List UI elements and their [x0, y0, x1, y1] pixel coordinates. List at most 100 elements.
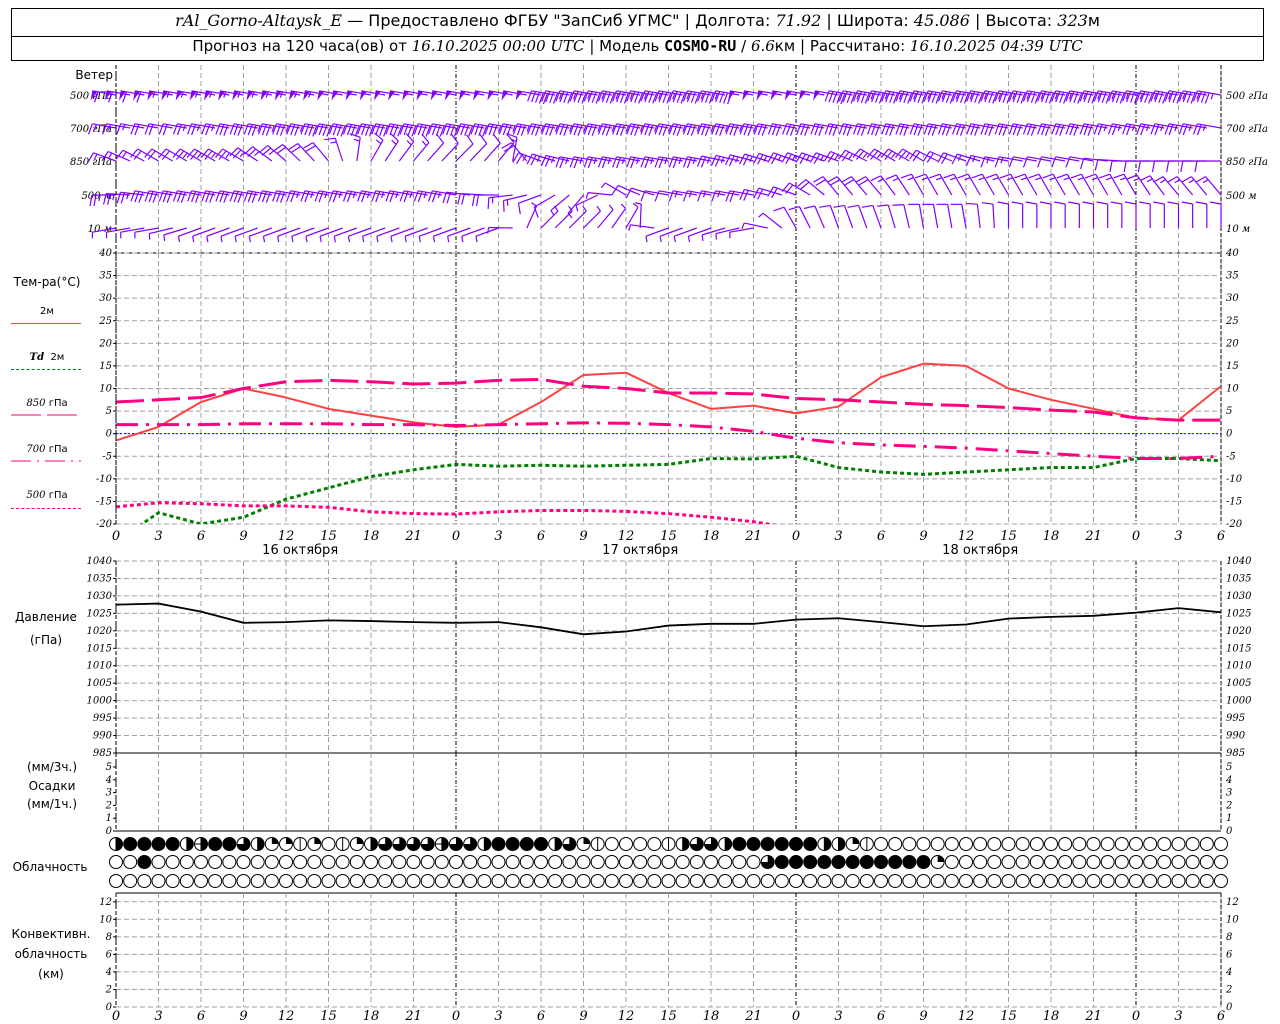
wind-barb: [1123, 160, 1151, 173]
barb-feather: [466, 134, 474, 145]
wind-barb: [985, 173, 1010, 196]
barb-feather: [999, 173, 1011, 179]
wind-barb: [413, 133, 430, 162]
cloud-fill: [874, 855, 888, 869]
temp-tick-label-right: -20: [1226, 519, 1243, 530]
cloud-fill: [208, 837, 222, 851]
cloud-circle: [392, 874, 407, 888]
cloud-circle: [1129, 855, 1143, 869]
bottom-time-label: 18: [363, 1009, 380, 1024]
barb-half-feather: [291, 236, 294, 243]
wind-barb: [724, 154, 754, 167]
barb-feather: [492, 133, 501, 144]
cloud-symbol: [293, 855, 308, 869]
cloud-symbol: [420, 855, 435, 869]
wind-barb: [1039, 201, 1052, 228]
barb-feather: [985, 173, 997, 179]
barb-flag: [331, 90, 339, 101]
cloud-circle: [1029, 874, 1044, 888]
cloud-symbol: [987, 855, 1002, 869]
cloud-symbol: [661, 837, 676, 851]
barb-flag: [317, 90, 324, 101]
cloud-circle: [109, 874, 123, 888]
barb-staff: [903, 204, 910, 229]
barb-half-feather: [1146, 178, 1153, 183]
legend-850-label: 850 гПа: [26, 398, 67, 409]
cloud-symbol: [534, 837, 548, 851]
cloud-circle: [604, 874, 619, 888]
cloud-circle: [689, 855, 704, 869]
pressure-tick-label-left: 1015: [87, 643, 112, 654]
cloud-circle: [1072, 855, 1087, 869]
temp-time-label: 15: [320, 529, 337, 544]
barb-feather: [966, 202, 978, 205]
cloud-fill: [803, 855, 817, 869]
cloud-symbol: [562, 855, 577, 869]
barb-half-feather: [891, 152, 896, 159]
barb-feather: [742, 154, 750, 166]
wind-barb: [116, 123, 145, 135]
cloud-symbol: [604, 837, 619, 851]
cloud-symbol: [959, 837, 973, 851]
cloud-symbol: [732, 874, 747, 888]
cloud-circle: [279, 874, 293, 888]
cloud-symbol: [789, 855, 803, 869]
cloud-symbol: [449, 855, 463, 869]
cloud-symbol: [1157, 874, 1172, 888]
wind-barb: [635, 202, 642, 229]
temp-tick-label-left: 25: [98, 316, 112, 327]
wind-barb: [172, 123, 202, 136]
cloud-circle: [1143, 837, 1158, 851]
wind-barb: [1192, 123, 1222, 136]
barb-feather: [640, 190, 646, 202]
temp-time-label: 3: [494, 529, 502, 544]
wind-barb: [625, 187, 655, 199]
cloud-circle: [959, 837, 973, 851]
cloud-circle: [1185, 837, 1200, 851]
cloud-fill: [286, 837, 293, 844]
cloud-symbol: [222, 855, 237, 869]
wind-barb: [550, 194, 570, 216]
barb-feather: [1123, 160, 1127, 173]
cloud-circle: [1214, 837, 1228, 851]
cloud-symbol: [845, 855, 860, 869]
cloud-symbol: [548, 874, 563, 888]
cloud-symbol: [392, 874, 407, 888]
barb-feather: [1209, 201, 1222, 205]
wind-barb: [357, 123, 386, 137]
cloud-symbol: [732, 855, 747, 869]
cloud-fill: [555, 837, 562, 851]
cloud-circle: [888, 837, 903, 851]
wind-barb: [583, 205, 601, 229]
barb-half-feather: [206, 236, 209, 243]
cloud-symbol: [902, 855, 917, 869]
precip-3h-label: (мм/3ч.): [26, 760, 78, 774]
cloud-circle: [165, 874, 180, 888]
cloud-circle: [1129, 837, 1143, 851]
cloud-circle: [279, 855, 293, 869]
bottom-time-label: 12: [958, 1009, 975, 1024]
bottom-time-label: 3: [1174, 1009, 1182, 1024]
barb-feather: [900, 173, 912, 179]
cloud-circle: [109, 855, 123, 869]
barb-half-feather: [608, 204, 614, 211]
wind-barb: [385, 190, 414, 203]
cloud-symbol: [633, 855, 648, 869]
barb-feather: [461, 193, 465, 205]
cloud-symbol: [1086, 874, 1101, 888]
temp-tick-label-right: 30: [1226, 293, 1239, 304]
cloud-symbol: [293, 837, 308, 851]
cloud-circle: [633, 855, 648, 869]
wind-barb: [371, 190, 400, 203]
cloud-fill: [775, 855, 789, 869]
cloud-symbol: [916, 837, 931, 851]
cloud-symbol: [1114, 874, 1129, 888]
bottom-time-label: 0: [1132, 1009, 1140, 1024]
cloud-symbol: [1100, 874, 1115, 888]
cloud-circle: [364, 855, 378, 869]
barb-flag: [756, 90, 764, 101]
cloud-symbol: [633, 874, 648, 888]
barb-feather: [1028, 173, 1040, 179]
cloud-symbol: [335, 837, 350, 851]
cloud-fill: [371, 837, 378, 851]
